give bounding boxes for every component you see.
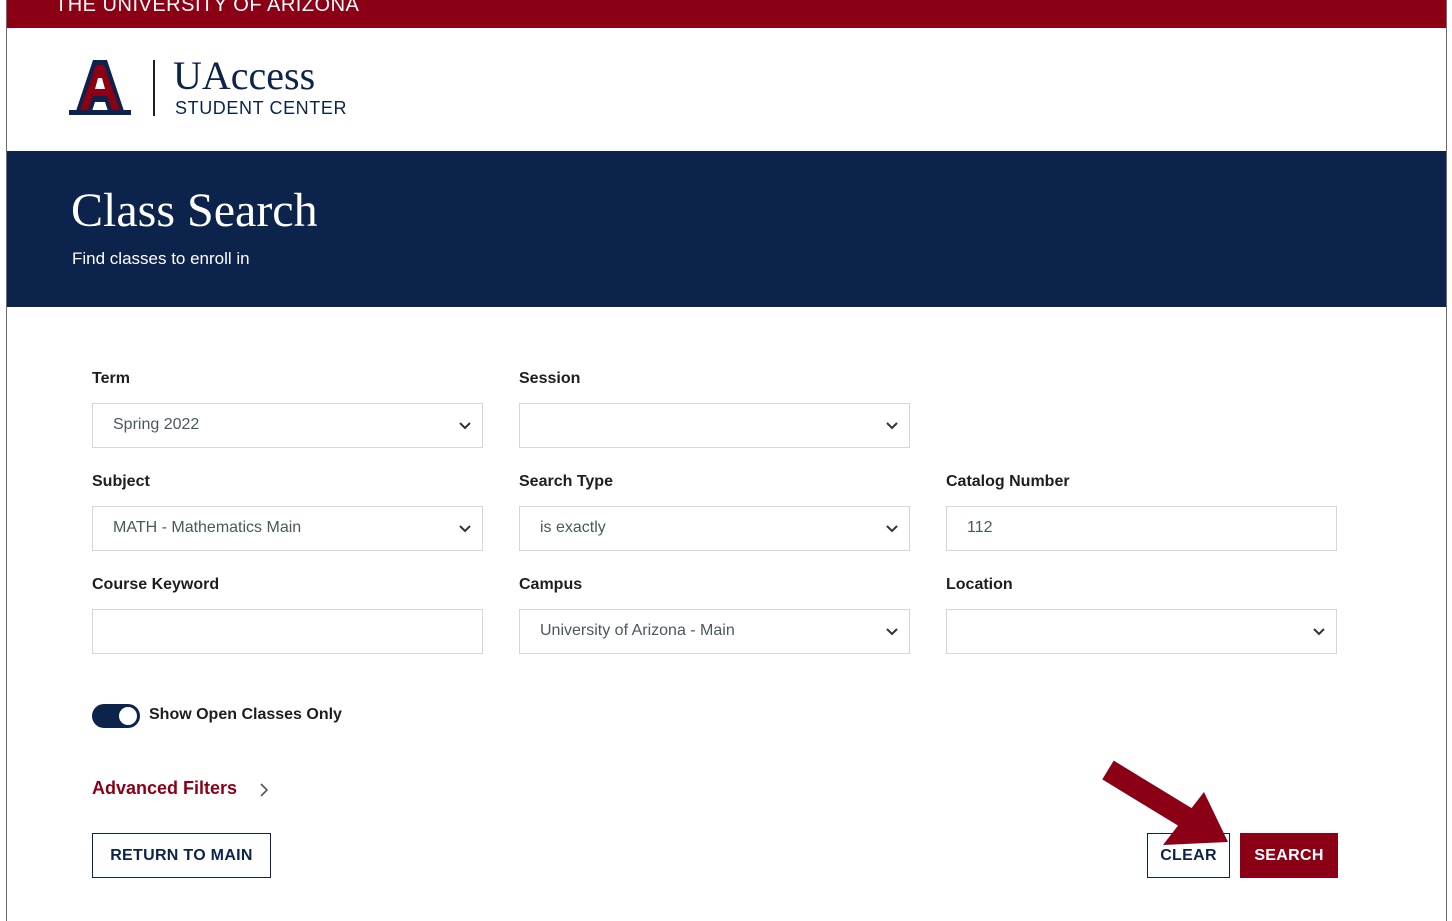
search-type-label: Search Type	[519, 473, 613, 490]
chevron-down-icon	[459, 422, 471, 430]
term-label: Term	[92, 370, 130, 387]
search-type-value: is exactly	[540, 519, 606, 536]
campus-select[interactable]: University of Arizona - Main	[519, 609, 910, 654]
page-subtitle: Find classes to enroll in	[72, 249, 250, 268]
chevron-down-icon	[886, 628, 898, 636]
subject-label: Subject	[92, 473, 150, 490]
catalog-number-label: Catalog Number	[946, 473, 1070, 490]
clear-button[interactable]: CLEAR	[1147, 833, 1230, 878]
search-button[interactable]: SEARCH	[1240, 833, 1338, 878]
brand-divider	[153, 60, 155, 116]
chevron-down-icon	[459, 525, 471, 533]
subject-select[interactable]: MATH - Mathematics Main	[92, 506, 483, 551]
brand-subtitle: STUDENT CENTER	[175, 98, 348, 118]
campus-label: Campus	[519, 576, 583, 593]
page-title: Class Search	[71, 184, 318, 237]
ua-logo-icon	[69, 60, 131, 115]
catalog-number-value: 112	[967, 519, 993, 536]
chevron-down-icon	[1313, 628, 1325, 636]
session-label: Session	[519, 370, 581, 387]
chevron-right-icon[interactable]	[258, 780, 270, 800]
search-type-select[interactable]: is exactly	[519, 506, 910, 551]
brand-name: UAccess	[173, 53, 316, 98]
term-select[interactable]: Spring 2022	[92, 403, 483, 448]
session-select[interactable]	[519, 403, 910, 448]
chevron-down-icon	[886, 422, 898, 430]
page-frame: THE UNIVERSITY OF ARIZONA UAccess STUDEN…	[6, 0, 1447, 921]
location-select[interactable]	[946, 609, 1337, 654]
return-to-main-button[interactable]: RETURN TO MAIN	[92, 833, 271, 878]
course-keyword-input[interactable]	[92, 609, 483, 654]
open-classes-toggle[interactable]	[92, 704, 140, 728]
university-bar: THE UNIVERSITY OF ARIZONA	[7, 0, 1446, 28]
subject-value: MATH - Mathematics Main	[113, 519, 302, 536]
catalog-number-input[interactable]: 112	[946, 506, 1337, 551]
chevron-down-icon	[886, 525, 898, 533]
course-keyword-label: Course Keyword	[92, 576, 220, 593]
term-value: Spring 2022	[113, 416, 200, 433]
hero-banner: Class Search Find classes to enroll in	[7, 151, 1446, 307]
location-label: Location	[946, 576, 1013, 593]
open-classes-label[interactable]: Show Open Classes Only	[149, 706, 342, 724]
campus-value: University of Arizona - Main	[540, 622, 735, 639]
university-name: THE UNIVERSITY OF ARIZONA	[55, 0, 360, 16]
advanced-filters-link[interactable]: Advanced Filters	[92, 778, 237, 799]
toggle-knob	[119, 707, 137, 725]
